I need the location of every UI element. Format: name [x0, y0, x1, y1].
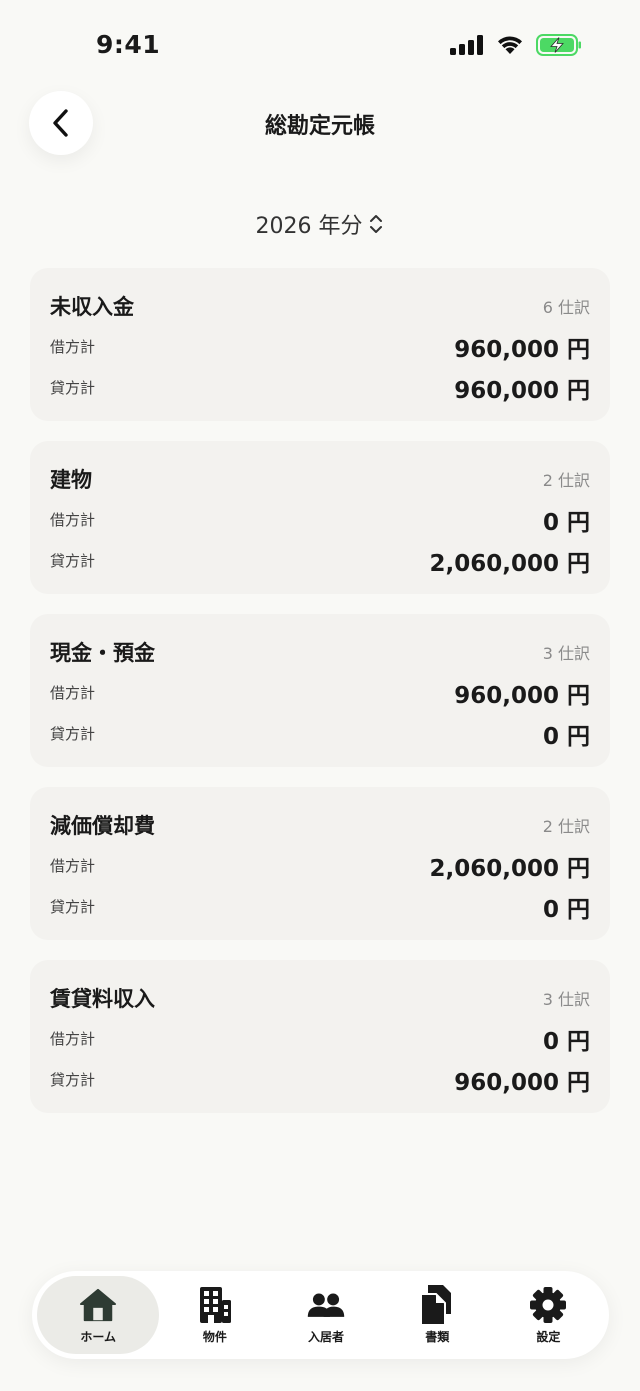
wifi-icon — [498, 36, 522, 54]
credit-amount: 960,000 円 — [454, 1070, 590, 1096]
account-card[interactable]: 賃貸料収入 3 仕訳 借方計 0 円 貸方計 960,000 円 — [30, 960, 610, 1113]
tab-label: ホーム — [80, 1329, 116, 1344]
home-icon — [79, 1286, 117, 1324]
entry-count: 3 仕訳 — [542, 644, 590, 663]
chevron-up-down-icon — [370, 215, 383, 233]
year-selector[interactable]: 2026 年分 — [0, 208, 640, 240]
account-name: 未収入金 — [50, 295, 134, 319]
account-name: 現金・預金 — [50, 641, 155, 665]
debit-label: 借方計 — [50, 511, 96, 529]
tab-tenants[interactable]: 入居者 — [270, 1276, 381, 1354]
account-name: 建物 — [50, 468, 92, 492]
status-bar: 9:41 — [0, 0, 640, 90]
account-name: 賃貸料収入 — [50, 987, 155, 1011]
credit-amount: 2,060,000 円 — [429, 551, 590, 577]
tab-label: 物件 — [202, 1329, 227, 1344]
entry-count: 2 仕訳 — [542, 471, 590, 490]
debit-amount: 0 円 — [542, 510, 590, 536]
page-title: 総勘定元帳 — [264, 114, 375, 139]
debit-amount: 0 円 — [542, 1029, 590, 1055]
tab-settings[interactable]: 設定 — [493, 1276, 604, 1354]
credit-amount: 960,000 円 — [454, 378, 590, 404]
entry-count: 2 仕訳 — [542, 817, 590, 836]
year-selector-label: 2026 年分 — [255, 214, 363, 239]
entry-count: 6 仕訳 — [542, 298, 590, 317]
account-list: 未収入金 6 仕訳 借方計 960,000 円 貸方計 960,000 円 建物… — [30, 268, 610, 1133]
credit-label: 貸方計 — [50, 379, 96, 397]
account-card[interactable]: 現金・預金 3 仕訳 借方計 960,000 円 貸方計 0 円 — [30, 614, 610, 767]
debit-label: 借方計 — [50, 1030, 96, 1048]
documents-icon — [418, 1284, 456, 1326]
tab-label: 設定 — [536, 1329, 561, 1344]
entry-count: 3 仕訳 — [542, 990, 590, 1009]
account-card[interactable]: 建物 2 仕訳 借方計 0 円 貸方計 2,060,000 円 — [30, 441, 610, 594]
credit-label: 貸方計 — [50, 898, 96, 916]
tab-bar: ホーム 物件 入居者 書類 設定 — [32, 1271, 609, 1359]
credit-label: 貸方計 — [50, 725, 96, 743]
battery-charging-icon — [536, 34, 581, 56]
debit-label: 借方計 — [50, 684, 96, 702]
tab-home[interactable]: ホーム — [37, 1276, 160, 1354]
tab-label: 書類 — [425, 1329, 450, 1344]
building-icon — [196, 1286, 234, 1324]
tab-documents[interactable]: 書類 — [382, 1276, 493, 1354]
debit-amount: 960,000 円 — [454, 337, 590, 363]
status-time: 9:41 — [96, 30, 161, 59]
people-icon — [307, 1286, 345, 1324]
account-card[interactable]: 減価償却費 2 仕訳 借方計 2,060,000 円 貸方計 0 円 — [30, 787, 610, 940]
account-name: 減価償却費 — [50, 814, 155, 838]
credit-amount: 0 円 — [542, 724, 590, 750]
account-card[interactable]: 未収入金 6 仕訳 借方計 960,000 円 貸方計 960,000 円 — [30, 268, 610, 421]
status-icons — [450, 34, 582, 56]
tab-properties[interactable]: 物件 — [159, 1276, 270, 1354]
gear-icon — [529, 1286, 567, 1324]
credit-label: 貸方計 — [50, 1071, 96, 1089]
debit-amount: 960,000 円 — [454, 683, 590, 709]
debit-amount: 2,060,000 円 — [429, 856, 590, 882]
credit-amount: 0 円 — [542, 897, 590, 923]
credit-label: 貸方計 — [50, 552, 96, 570]
debit-label: 借方計 — [50, 857, 96, 875]
cellular-signal-icon — [450, 35, 483, 55]
tab-label: 入居者 — [308, 1329, 345, 1344]
debit-label: 借方計 — [50, 338, 96, 356]
